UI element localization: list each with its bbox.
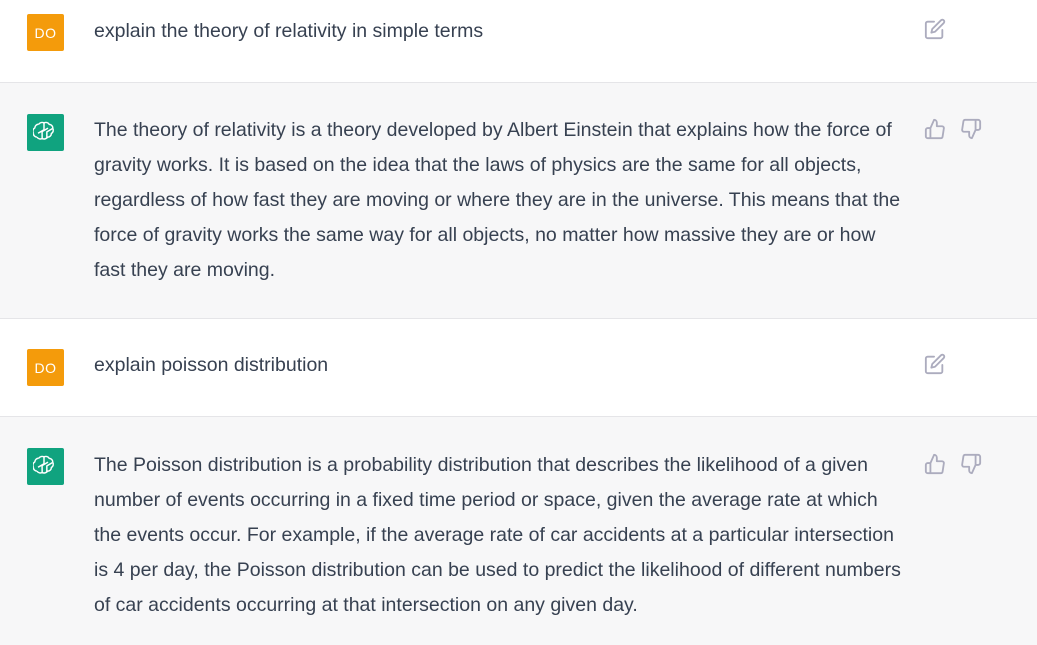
message-actions [924,118,982,140]
thumbs-down-icon[interactable] [960,118,982,140]
thumbs-down-icon[interactable] [960,453,982,475]
chat-thread: DO explain the theory of relativity in s… [0,0,1037,645]
user-message: DO explain poisson distribution [0,319,1037,417]
message-actions [924,353,946,375]
assistant-avatar [27,448,64,485]
openai-logo-icon [32,454,59,480]
user-avatar-initials: DO [34,359,57,376]
user-avatar: DO [27,349,64,386]
assistant-message: The theory of relativity is a theory dev… [0,83,1037,319]
thumbs-up-icon[interactable] [924,453,946,475]
assistant-avatar [27,114,64,151]
assistant-message-text: The Poisson distribution is a probabilit… [94,454,901,616]
user-message-text: explain the theory of relativity in simp… [94,20,484,42]
assistant-message: The Poisson distribution is a probabilit… [0,417,1037,645]
message-actions [924,453,982,475]
user-message-text: explain poisson distribution [94,354,329,376]
edit-icon[interactable] [924,18,946,40]
edit-icon[interactable] [924,353,946,375]
assistant-message-text: The theory of relativity is a theory dev… [94,119,901,281]
message-actions [924,18,946,40]
openai-logo-icon [32,120,59,146]
user-avatar-initials: DO [34,24,57,41]
user-avatar: DO [27,14,64,51]
thumbs-up-icon[interactable] [924,118,946,140]
user-message: DO explain the theory of relativity in s… [0,0,1037,83]
